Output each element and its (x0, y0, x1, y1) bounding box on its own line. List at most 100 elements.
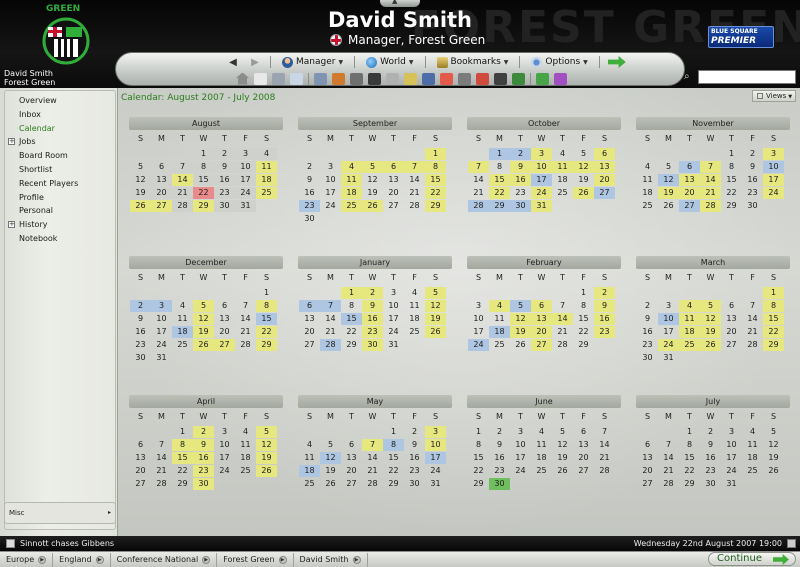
options-menu-button[interactable]: Options ▼ (528, 56, 590, 68)
calendar-day[interactable]: 27 (679, 200, 700, 212)
calendar-day[interactable]: 11 (679, 313, 700, 325)
calendar-day[interactable]: 8 (383, 439, 404, 451)
calendar-day[interactable]: 26 (763, 465, 784, 477)
calendar-day[interactable]: 4 (172, 300, 193, 312)
sidebar-item-history[interactable]: + History (5, 218, 115, 231)
trophy-icon[interactable] (404, 72, 417, 85)
calendar-day[interactable]: 7 (235, 300, 256, 312)
calendar-icon[interactable] (787, 539, 796, 548)
calendar-day[interactable]: 5 (658, 161, 679, 173)
calendar-day[interactable]: 28 (235, 339, 256, 351)
calendar-day[interactable]: 27 (721, 339, 742, 351)
calendar-day[interactable]: 8 (721, 161, 742, 173)
calendar-day[interactable]: 2 (130, 300, 151, 312)
calendar-day[interactable]: 23 (362, 326, 383, 338)
calendar-day[interactable]: 25 (299, 478, 320, 490)
calendar-day[interactable]: 5 (510, 300, 531, 312)
calendar-day[interactable]: 25 (531, 465, 552, 477)
calendar-day[interactable]: 24 (531, 187, 552, 199)
calendar-day[interactable]: 10 (425, 439, 446, 451)
calendar-day[interactable]: 12 (658, 174, 679, 186)
calendar-day[interactable]: 24 (383, 326, 404, 338)
calendar-day[interactable]: 21 (468, 187, 489, 199)
calendar-day[interactable]: 11 (531, 439, 552, 451)
help-icon[interactable] (536, 72, 549, 85)
calendar-day[interactable]: 26 (700, 339, 721, 351)
calendar-day[interactable]: 17 (763, 174, 784, 186)
calendar-day[interactable]: 5 (193, 300, 214, 312)
calendar-day[interactable]: 10 (721, 439, 742, 451)
calendar-day[interactable]: 29 (425, 200, 446, 212)
calendar-day[interactable]: 19 (700, 326, 721, 338)
calendar-day[interactable]: 14 (658, 452, 679, 464)
calendar-day[interactable]: 22 (193, 187, 214, 199)
match-icon[interactable] (476, 72, 489, 85)
calendar-day[interactable]: 22 (425, 187, 446, 199)
calendar-day[interactable]: 21 (700, 187, 721, 199)
views-button[interactable]: Views ▼ (752, 90, 796, 102)
calendar-day[interactable]: 16 (193, 452, 214, 464)
calendar-day[interactable]: 2 (193, 426, 214, 438)
calendar-day[interactable]: 26 (552, 465, 573, 477)
sidebar-item-recent-players[interactable]: Recent Players (5, 177, 115, 190)
calendar-day[interactable]: 23 (637, 339, 658, 351)
calendar-day[interactable]: 5 (130, 161, 151, 173)
calendar-day[interactable]: 8 (489, 161, 510, 173)
breadcrumb-item[interactable]: David Smith ▶ (294, 552, 368, 567)
calendar-day[interactable]: 24 (658, 339, 679, 351)
calendar-day[interactable]: 3 (320, 161, 341, 173)
calendar-day[interactable]: 14 (552, 313, 573, 325)
calendar-day[interactable]: 26 (510, 339, 531, 351)
calendar-day[interactable]: 8 (573, 300, 594, 312)
calendar-day[interactable]: 11 (299, 452, 320, 464)
calendar-day[interactable]: 23 (700, 465, 721, 477)
calendar-day[interactable]: 11 (489, 313, 510, 325)
calendar-day[interactable]: 5 (552, 426, 573, 438)
calendar-day[interactable]: 25 (404, 326, 425, 338)
calendar-icon[interactable] (290, 72, 303, 85)
calendar-day[interactable]: 20 (341, 465, 362, 477)
calendar-day[interactable]: 29 (573, 339, 594, 351)
calendar-day[interactable]: 9 (742, 161, 763, 173)
bookmarks-menu-button[interactable]: Bookmarks ▼ (434, 56, 512, 68)
calendar-day[interactable]: 25 (552, 187, 573, 199)
calendar-day[interactable]: 10 (214, 439, 235, 451)
calendar-day[interactable]: 1 (172, 426, 193, 438)
calendar-day[interactable]: 4 (341, 161, 362, 173)
calendar-day[interactable]: 2 (299, 161, 320, 173)
calendar-day[interactable]: 31 (721, 478, 742, 490)
calendar-day[interactable]: 24 (425, 465, 446, 477)
calendar-day[interactable]: 18 (489, 326, 510, 338)
calendar-day[interactable]: 26 (193, 339, 214, 351)
calendar-day[interactable]: 21 (320, 326, 341, 338)
calendar-day[interactable]: 21 (404, 187, 425, 199)
calendar-day[interactable]: 9 (362, 300, 383, 312)
calendar-day[interactable]: 29 (763, 339, 784, 351)
calendar-day[interactable]: 17 (531, 174, 552, 186)
calendar-day[interactable]: 27 (341, 478, 362, 490)
sidebar-item-overview[interactable]: Overview (5, 94, 115, 107)
calendar-day[interactable]: 30 (510, 200, 531, 212)
training-icon[interactable] (386, 72, 399, 85)
calendar-day[interactable]: 13 (151, 174, 172, 186)
calendar-day[interactable]: 29 (193, 200, 214, 212)
calendar-day[interactable]: 9 (193, 439, 214, 451)
squad-icon[interactable] (314, 72, 327, 85)
tactics-icon[interactable] (368, 72, 381, 85)
calendar-day[interactable]: 3 (721, 426, 742, 438)
calendar-day[interactable]: 10 (468, 313, 489, 325)
calendar-day[interactable]: 22 (489, 187, 510, 199)
calendar-day[interactable]: 27 (151, 200, 172, 212)
calendar-day[interactable]: 5 (425, 287, 446, 299)
back-button[interactable]: ◀ (226, 57, 240, 68)
breadcrumb-item[interactable]: Europe ▶ (0, 552, 54, 567)
calendar-day[interactable]: 5 (573, 148, 594, 160)
calendar-day[interactable]: 18 (256, 174, 277, 186)
finances-icon[interactable] (350, 72, 363, 85)
calendar-day[interactable]: 18 (172, 326, 193, 338)
calendar-day[interactable]: 13 (637, 452, 658, 464)
calendar-day[interactable]: 8 (425, 161, 446, 173)
calendar-day[interactable]: 20 (721, 326, 742, 338)
calendar-day[interactable]: 23 (193, 465, 214, 477)
calendar-day[interactable]: 25 (637, 200, 658, 212)
